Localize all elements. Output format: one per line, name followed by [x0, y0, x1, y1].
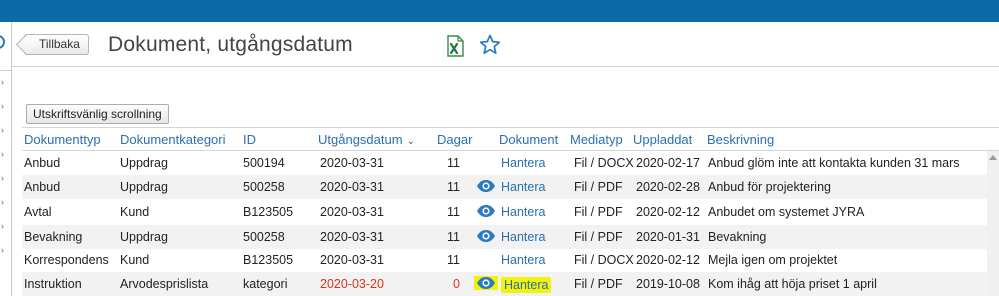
cell-description: Mejla igen om projektet	[708, 253, 838, 267]
scroll-up-icon[interactable]	[989, 155, 997, 160]
column-header-id[interactable]: ID	[243, 132, 256, 147]
cell-expiry: 2020-03-31	[320, 205, 384, 219]
cell-uploaded: 2020-02-17	[636, 156, 700, 170]
column-header-document[interactable]: Dokument	[499, 132, 558, 147]
eye-preview-icon[interactable]	[474, 276, 498, 290]
cell-description: Anbudet om systemet JYRA	[708, 205, 865, 219]
cell-days: 11	[447, 253, 460, 267]
eye-preview-icon[interactable]	[476, 204, 496, 218]
cell-category: Uppdrag	[120, 156, 168, 170]
cell-expiry: 2020-03-31	[320, 230, 384, 244]
page-title: Dokument, utgångsdatum	[108, 33, 353, 56]
cell-type: Anbud	[24, 156, 61, 170]
cell-description: Bevakning	[708, 230, 767, 244]
chevron-right-icon[interactable]: ›	[1, 198, 4, 207]
cell-id: 500258	[243, 180, 285, 194]
cell-mediatype: Fil / PDF	[574, 230, 623, 244]
cell-type: Instruktion	[24, 277, 82, 291]
table-header: Dokumenttyp Dokumentkategori ID Utgångsd…	[22, 127, 999, 151]
cell-days: 11	[447, 156, 460, 170]
chevron-right-icon[interactable]: ›	[1, 222, 4, 231]
cell-mediatype: Fil / PDF	[574, 180, 623, 194]
chevron-right-icon[interactable]: ›	[1, 78, 4, 87]
vertical-scrollbar[interactable]	[987, 151, 999, 296]
cell-description: Anbud glöm inte att kontakta kunden 31 m…	[708, 156, 960, 170]
cell-expiry: 2020-03-31	[320, 180, 384, 194]
cell-days: 11	[447, 230, 460, 244]
table-row[interactable]: Avtal Kund B123505 2020-03-31 11 Hantera Fil /…	[22, 200, 999, 224]
column-header-type[interactable]: Dokumenttyp	[24, 132, 101, 147]
table-row[interactable]: Anbud Uppdrag 500194 2020-03-31 11 Hantera Fil…	[22, 151, 999, 175]
cell-uploaded: 2019-10-08	[636, 277, 700, 291]
cell-mediatype: Fil / PDF	[574, 277, 623, 291]
back-circle-icon[interactable]	[0, 35, 5, 49]
document-link[interactable]: Hantera	[501, 230, 545, 244]
cell-category: Uppdrag	[120, 180, 168, 194]
cell-id: 500258	[243, 230, 285, 244]
cell-id: 500194	[243, 156, 285, 170]
column-header-description[interactable]: Beskrivning	[707, 132, 774, 147]
page-header: Tillbaka Dokument, utgångsdatum	[12, 22, 999, 67]
chevron-right-icon[interactable]: ›	[1, 102, 4, 111]
cell-uploaded: 2020-02-28	[636, 180, 700, 194]
column-header-category[interactable]: Dokumentkategori	[120, 132, 226, 147]
cell-uploaded: 2020-02-12	[636, 205, 700, 219]
column-header-expiry[interactable]: Utgångsdatum ⌄	[318, 132, 415, 147]
cell-category: Uppdrag	[120, 230, 168, 244]
cell-days: 0	[453, 277, 460, 291]
cell-description: Anbud för projektering	[708, 180, 831, 194]
cell-category: Kund	[120, 205, 150, 219]
cell-id: B123505	[243, 205, 294, 219]
chevron-right-icon[interactable]: ›	[1, 246, 4, 255]
documents-table: Dokumenttyp Dokumentkategori ID Utgångsd…	[22, 127, 999, 296]
cell-category: Kund	[120, 253, 150, 267]
print-friendly-scroll-button[interactable]: Utskriftsvänlig scrollning	[26, 104, 169, 124]
column-header-mediatype[interactable]: Mediatyp	[570, 132, 623, 147]
cell-mediatype: Fil / DOCX	[574, 156, 634, 170]
chevron-right-icon[interactable]: ›	[1, 174, 4, 183]
cell-category: Arvodesprislista	[120, 277, 209, 291]
cell-mediatype: Fil / DOCX	[574, 253, 634, 267]
cell-days: 11	[447, 205, 460, 219]
cell-id: kategori	[243, 277, 288, 291]
cell-type: Anbud	[24, 180, 61, 194]
document-link[interactable]: Hantera	[501, 180, 545, 194]
table-row[interactable]: Bevakning Uppdrag 500258 2020-03-31 11 Hanter…	[22, 225, 999, 249]
cell-expiry: 2020-03-31	[320, 253, 384, 267]
document-link[interactable]: Hantera	[501, 253, 545, 267]
eye-preview-icon[interactable]	[476, 179, 496, 193]
cell-uploaded: 2020-01-31	[636, 230, 700, 244]
cell-type: Bevakning	[24, 230, 83, 244]
column-header-expiry-label: Utgångsdatum	[318, 132, 403, 147]
document-link[interactable]: Hantera	[501, 156, 545, 170]
left-rail: › › › › › › › ›	[0, 22, 12, 296]
cell-type: Avtal	[24, 205, 52, 219]
table-row[interactable]: Korrespondens Kund B123505 2020-03-31 11 Hant…	[22, 248, 999, 272]
table-row[interactable]: Instruktion Arvodesprislista kategori 2020-…	[22, 272, 999, 296]
document-link[interactable]: Hantera	[501, 205, 545, 219]
star-icon[interactable]	[478, 33, 502, 57]
cell-description: Kom ihåg att höja priset 1 april	[708, 277, 877, 291]
document-link[interactable]: Hantera	[501, 277, 552, 293]
cell-id: B123505	[243, 253, 294, 267]
cell-uploaded: 2020-02-12	[636, 253, 700, 267]
rail-divider	[0, 70, 11, 71]
cell-type: Korrespondens	[24, 253, 109, 267]
chevron-right-icon[interactable]: ›	[1, 126, 4, 135]
column-header-uploaded[interactable]: Uppladdat	[633, 132, 692, 147]
table-row[interactable]: Anbud Uppdrag 500258 2020-03-31 11 Hantera Fil…	[22, 175, 999, 199]
back-button[interactable]: Tillbaka	[24, 34, 89, 55]
cell-expiry: 2020-03-31	[320, 156, 384, 170]
column-header-days[interactable]: Dagar	[437, 132, 472, 147]
sort-desc-icon: ⌄	[406, 136, 415, 147]
eye-preview-icon[interactable]	[476, 229, 496, 243]
cell-expiry: 2020-03-20	[320, 277, 384, 291]
cell-mediatype: Fil / PDF	[574, 205, 623, 219]
excel-export-icon[interactable]	[445, 35, 465, 57]
cell-days: 11	[447, 180, 460, 194]
top-bar	[0, 0, 999, 22]
chevron-right-icon[interactable]: ›	[1, 150, 4, 159]
